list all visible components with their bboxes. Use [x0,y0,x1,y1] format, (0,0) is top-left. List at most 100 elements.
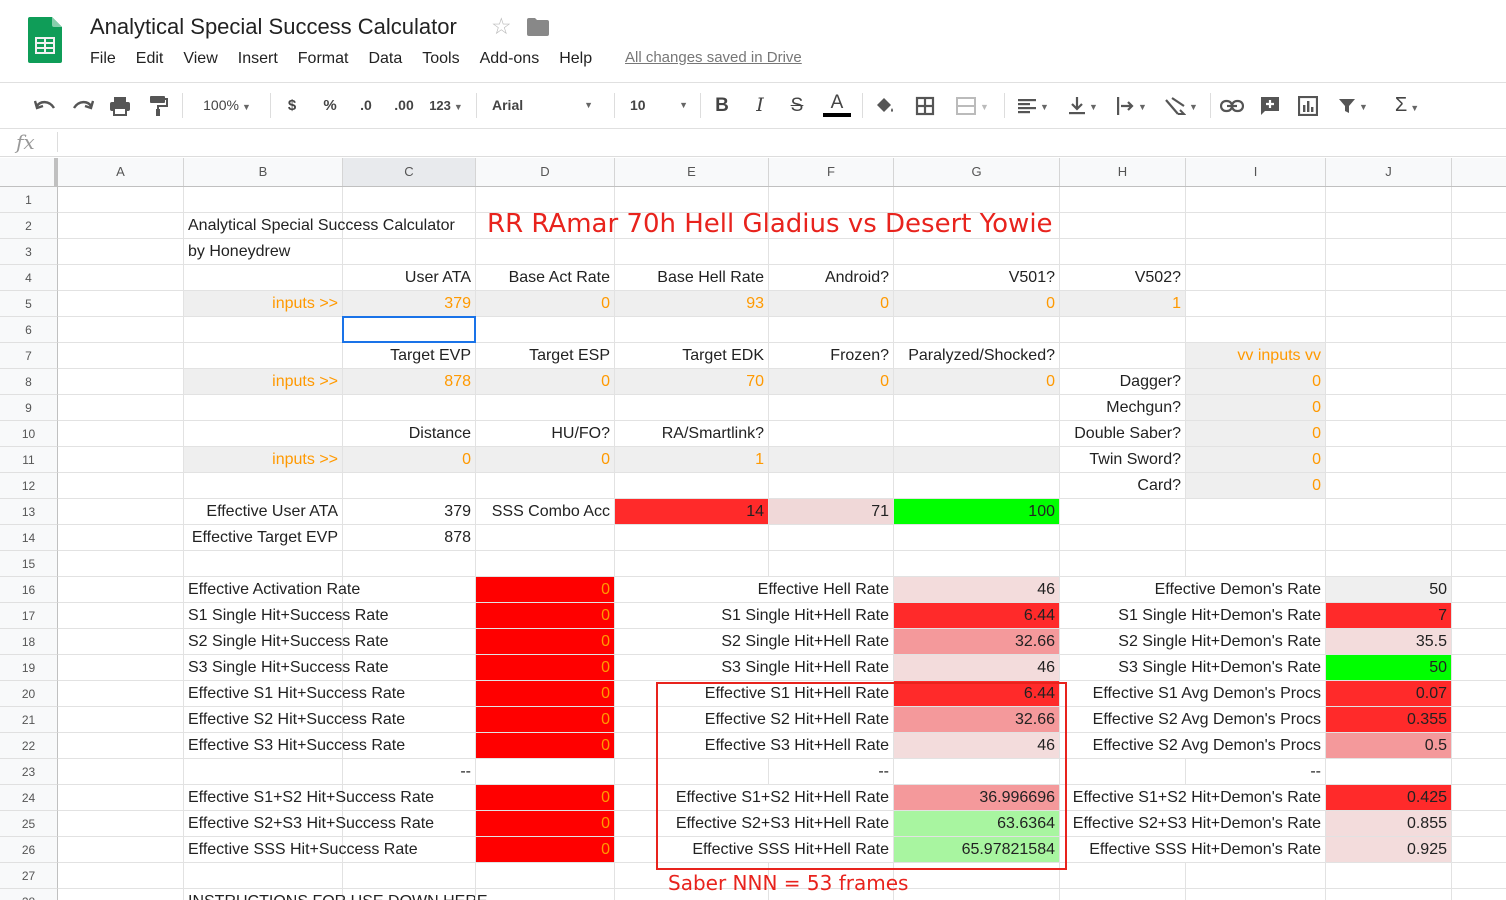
column-header-j[interactable]: J [1326,158,1452,186]
text-color-button[interactable]: A [822,83,852,128]
cell-a15[interactable] [58,551,184,577]
cell-h26[interactable]: Effective SSS Hit+Demon's Rate [1060,837,1326,863]
cell-f6[interactable] [769,317,894,343]
cell-b4[interactable] [184,265,343,291]
cell-extra[interactable] [1452,421,1506,447]
cell-a11[interactable] [58,447,184,473]
cell-b14[interactable]: Effective Target EVP [184,525,343,551]
cell-e10[interactable]: RA/Smartlink? [615,421,769,447]
cell-j21[interactable]: 0.355 [1326,707,1452,733]
cell-d25[interactable]: 0 [476,811,615,837]
cell-j3[interactable] [1326,239,1452,265]
cell-extra[interactable] [1452,655,1506,681]
cell-g15[interactable] [894,551,1060,577]
cell-b16[interactable]: Effective Activation Rate [184,577,360,603]
cell-d11[interactable]: 0 [476,447,615,473]
cell-g6[interactable] [894,317,1060,343]
cell-j27[interactable] [1326,863,1452,889]
text-wrap-button[interactable]: ▼ [1110,83,1152,128]
cell-j13[interactable] [1326,499,1452,525]
cell-h19[interactable]: S3 Single Hit+Demon's Rate [1060,655,1326,681]
row-header[interactable]: 7 [0,343,58,369]
cell-d7[interactable]: Target ESP [476,343,615,369]
menu-insert[interactable]: Insert [238,50,278,68]
currency-format-button[interactable]: $ [280,83,304,128]
horizontal-align-button[interactable]: ▼ [1012,83,1054,128]
cell-c22[interactable] [343,733,476,759]
row-header[interactable]: 20 [0,681,58,707]
cell-h14[interactable] [1060,525,1186,551]
cell-g18[interactable]: 32.66 [894,629,1060,655]
cell-extra[interactable] [1452,759,1506,785]
font-family-select[interactable]: Arial ▼ [486,83,601,128]
cell-b6[interactable] [184,317,343,343]
cell-h9[interactable]: Mechgun? [1060,395,1186,421]
cell-f12[interactable] [769,473,894,499]
menu-data[interactable]: Data [368,50,402,68]
cell-e18[interactable]: S2 Single Hit+Hell Rate [615,629,894,655]
cell-c2[interactable] [343,213,476,239]
cell-i13[interactable] [1186,499,1326,525]
cell-d24[interactable]: 0 [476,785,615,811]
cell-c1[interactable] [343,187,476,213]
cell-a6[interactable] [58,317,184,343]
cell-e7[interactable]: Target EDK [615,343,769,369]
row-header[interactable]: 21 [0,707,58,733]
row-header[interactable]: 15 [0,551,58,577]
cell-b8[interactable]: inputs >> [184,369,343,395]
cell-c28[interactable] [343,889,476,900]
cell-c11[interactable]: 0 [343,447,476,473]
cell-g19[interactable]: 46 [894,655,1060,681]
folder-icon[interactable] [527,18,549,36]
cell-d26[interactable]: 0 [476,837,615,863]
cell-d6[interactable] [476,317,615,343]
cell-f9[interactable] [769,395,894,421]
star-icon[interactable]: ☆ [491,13,512,40]
cell-a27[interactable] [58,863,184,889]
cell-c19[interactable] [343,655,476,681]
insert-link-button[interactable] [1218,83,1246,128]
row-header[interactable]: 24 [0,785,58,811]
cell-j22[interactable]: 0.5 [1326,733,1452,759]
cell-h22[interactable]: Effective S2 Avg Demon's Procs [1060,733,1326,759]
cell-f8[interactable]: 0 [769,369,894,395]
cell-j4[interactable] [1326,265,1452,291]
cell-d13[interactable]: SSS Combo Acc [476,499,615,525]
cell-h4[interactable]: V502? [1060,265,1186,291]
bold-button[interactable]: B [710,83,734,128]
row-header[interactable]: 27 [0,863,58,889]
row-header[interactable]: 3 [0,239,58,265]
cell-d21[interactable]: 0 [476,707,615,733]
cell-d3[interactable] [476,239,615,265]
cell-c25[interactable] [343,811,476,837]
cell-g5[interactable]: 0 [894,291,1060,317]
cell-extra[interactable] [1452,265,1506,291]
paint-format-button[interactable] [143,83,173,128]
column-header-g[interactable]: G [894,158,1060,186]
cell-a22[interactable] [58,733,184,759]
cell-e13[interactable]: 14 [615,499,769,525]
cell-a24[interactable] [58,785,184,811]
cell-a14[interactable] [58,525,184,551]
menu-view[interactable]: View [183,50,217,68]
cell-h28[interactable] [1060,889,1186,900]
cell-extra[interactable] [1452,239,1506,265]
row-header[interactable]: 8 [0,369,58,395]
cell-extra[interactable] [1452,343,1506,369]
cell-g9[interactable] [894,395,1060,421]
cell-a8[interactable] [58,369,184,395]
cell-b5[interactable]: inputs >> [184,291,343,317]
cell-j2[interactable] [1326,213,1452,239]
document-title[interactable]: Analytical Special Success Calculator [90,14,457,40]
cell-c16[interactable] [343,577,476,603]
cell-extra[interactable] [1452,785,1506,811]
cell-d9[interactable] [476,395,615,421]
cell-j28[interactable] [1326,889,1452,900]
cell-extra[interactable] [1452,707,1506,733]
cell-c18[interactable] [343,629,476,655]
cell-d22[interactable]: 0 [476,733,615,759]
menu-format[interactable]: Format [298,50,349,68]
cell-extra[interactable] [1452,889,1506,900]
cell-c10[interactable]: Distance [343,421,476,447]
cell-c27[interactable] [343,863,476,889]
